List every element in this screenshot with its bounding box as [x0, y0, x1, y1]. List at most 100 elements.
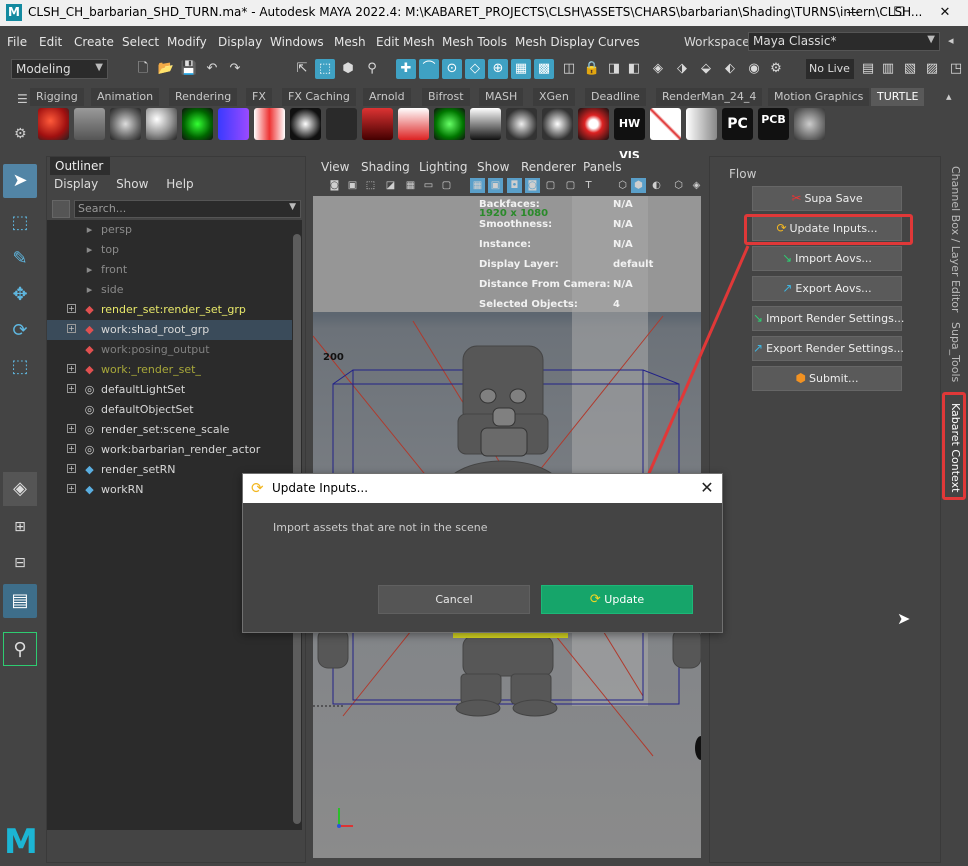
export-aovs-button[interactable]: ↗ Export Aovs... [752, 276, 902, 301]
outliner-item[interactable]: + ◎ render_set:scene_scale [47, 420, 292, 440]
red-ring-icon[interactable] [578, 108, 609, 140]
shelf-tab-deadline[interactable]: Deadline [585, 88, 646, 106]
expand-icon[interactable]: + [67, 424, 76, 433]
cancel-button[interactable]: Cancel [378, 585, 530, 614]
vp-menu-view[interactable]: View [321, 160, 349, 174]
new-scene-icon[interactable]: 🗋 [133, 59, 153, 79]
shelf-tab-bifrost[interactable]: Bifrost [422, 88, 470, 106]
turtle-bake-icon[interactable] [74, 108, 105, 140]
pattern-icon[interactable] [290, 108, 321, 140]
shelf-tab-rendering[interactable]: Rendering [169, 88, 238, 106]
maximize-button[interactable]: ☐ [884, 3, 914, 23]
vp-menu-shading[interactable]: Shading [361, 160, 410, 174]
export-render-settings-button[interactable]: ↗ Export Render Settings... [752, 336, 904, 361]
attribute-editor-icon[interactable]: ▥ [878, 59, 898, 79]
select-by-hierarchy-icon[interactable]: ⇱ [292, 59, 312, 79]
kw-search-icon[interactable] [794, 108, 825, 140]
lock-selection-icon[interactable]: ⚲ [362, 59, 382, 79]
expand-icon[interactable]: + [67, 304, 76, 313]
history-icon[interactable]: ◫ [559, 59, 579, 79]
outliner-item[interactable]: ◆ work:posing_output [47, 340, 292, 360]
undo-icon[interactable]: ↶ [202, 59, 222, 79]
shelf-tab-arnold[interactable]: Arnold [363, 88, 411, 106]
menu-mesh[interactable]: Mesh [334, 35, 366, 49]
vp-menu-lighting[interactable]: Lighting [419, 160, 468, 174]
outliner-menu-show[interactable]: Show [116, 177, 148, 191]
vp-menu-renderer[interactable]: Renderer [521, 160, 576, 174]
vtab-supa-tools[interactable]: Supa_Tools [949, 322, 962, 382]
shelf-tab-renderman[interactable]: RenderMan_24_4 [656, 88, 763, 106]
menu-select[interactable]: Select [122, 35, 159, 49]
textured-icon[interactable]: ◐ [649, 178, 664, 193]
snap-vertex-icon[interactable]: ▩ [534, 59, 554, 79]
outliner-item[interactable]: + ◎ work:barbarian_render_actor [47, 440, 292, 460]
outliner-search-input[interactable]: Search... ▼ [74, 200, 301, 218]
outliner-item[interactable]: + ◎ defaultLightSet [47, 380, 292, 400]
menu-mesh-tools[interactable]: Mesh Tools [442, 35, 507, 49]
camera-lock-icon[interactable]: ▣ [345, 178, 360, 193]
menu-create[interactable]: Create [74, 35, 114, 49]
input-icon[interactable]: ◨ [604, 59, 624, 79]
supa-save-button[interactable]: ✂ Supa Save [752, 186, 902, 211]
turtle-render-icon[interactable] [38, 108, 69, 140]
outliner-layout-icon[interactable]: ▤ [3, 584, 37, 618]
menu-edit-mesh[interactable]: Edit Mesh [376, 35, 435, 49]
field-chart-icon[interactable]: ◘ [507, 178, 522, 193]
snap-surface-icon[interactable]: ▦ [511, 59, 531, 79]
red-plate-icon[interactable] [398, 108, 429, 140]
outliner-item[interactable]: + ◆ work:_render_set_ [47, 360, 292, 380]
render-icon[interactable]: ⬗ [672, 59, 692, 79]
select-by-component-icon[interactable]: ⬢ [338, 59, 358, 79]
scroll-right-icon[interactable]: ◂ [948, 34, 954, 47]
outliner-item[interactable]: ▸ front [47, 260, 292, 280]
open-scene-icon[interactable]: 📂 [156, 59, 176, 79]
lights-icon[interactable]: ⬡ [671, 178, 686, 193]
outliner-item[interactable]: + ◆ render_set:render_set_grp [47, 300, 292, 320]
outliner-tab[interactable]: Outliner [50, 157, 110, 175]
shelf-scroll-icon[interactable]: ▴ [946, 90, 952, 103]
render-settings-icon[interactable]: ⬖ [720, 59, 740, 79]
outliner-item[interactable]: ▸ top [47, 240, 292, 260]
bookmark-icon[interactable]: ⬚ [363, 178, 378, 193]
workspace-dropdown[interactable]: Maya Classic* ▼ [748, 32, 940, 51]
dialog-close-button[interactable]: ✕ [695, 477, 719, 499]
hw-vis-icon[interactable]: HW VIS [614, 108, 645, 162]
vp-menu-show[interactable]: Show [477, 160, 509, 174]
menu-mesh-display[interactable]: Mesh Display [515, 35, 595, 49]
render-view-icon[interactable]: ◈ [648, 59, 668, 79]
layers-icon[interactable] [686, 108, 717, 140]
select-by-object-icon[interactable]: ⬚ [315, 59, 335, 79]
expand-icon[interactable]: + [67, 484, 76, 493]
modeling-toolkit-icon[interactable]: ◳ [946, 59, 966, 79]
menu-edit[interactable]: Edit [39, 35, 62, 49]
dotted-sphere-icon[interactable] [506, 108, 537, 140]
expand-icon[interactable]: + [67, 384, 76, 393]
wireframe-icon[interactable]: ▦ [470, 178, 485, 193]
menu-curves[interactable]: Curves [598, 35, 640, 49]
render-setup-icon[interactable]: ⚙ [766, 59, 786, 79]
output-icon[interactable]: ◧ [624, 59, 644, 79]
safe-action-icon[interactable]: ◙ [525, 178, 540, 193]
smooth-shade-icon[interactable]: ⬢ [631, 178, 646, 193]
outliner-filter-icon[interactable] [52, 200, 70, 218]
four-view-icon[interactable]: ⊞ [3, 510, 37, 544]
ipr-icon[interactable]: ⬙ [696, 59, 716, 79]
snap-curve-icon[interactable]: ⌒ [419, 59, 439, 79]
save-scene-icon[interactable]: 💾 [179, 59, 199, 79]
camera-icon[interactable]: ◙ [327, 178, 342, 193]
submit-button[interactable]: ⬢ Submit... [752, 366, 902, 391]
move-tool-icon[interactable]: ✥ [3, 278, 37, 312]
shelf-tab-animation[interactable]: Animation [91, 88, 160, 106]
no-live-field[interactable]: No Live [806, 59, 854, 79]
expand-icon[interactable]: + [67, 364, 76, 373]
outliner-menu-display[interactable]: Display [54, 177, 98, 191]
outliner-item[interactable]: ◎ defaultObjectSet [47, 400, 292, 420]
vp-menu-panels[interactable]: Panels [583, 160, 622, 174]
expand-icon[interactable]: + [67, 324, 76, 333]
close-window-button[interactable]: ✕ [930, 3, 960, 23]
hud-icon[interactable]: T [581, 178, 596, 193]
snap-point-icon[interactable]: ⊙ [442, 59, 462, 79]
shelf-tab-mash[interactable]: MASH [479, 88, 524, 106]
redo-icon[interactable]: ↷ [225, 59, 245, 79]
outliner-item[interactable]: ▸ persp [47, 220, 292, 240]
